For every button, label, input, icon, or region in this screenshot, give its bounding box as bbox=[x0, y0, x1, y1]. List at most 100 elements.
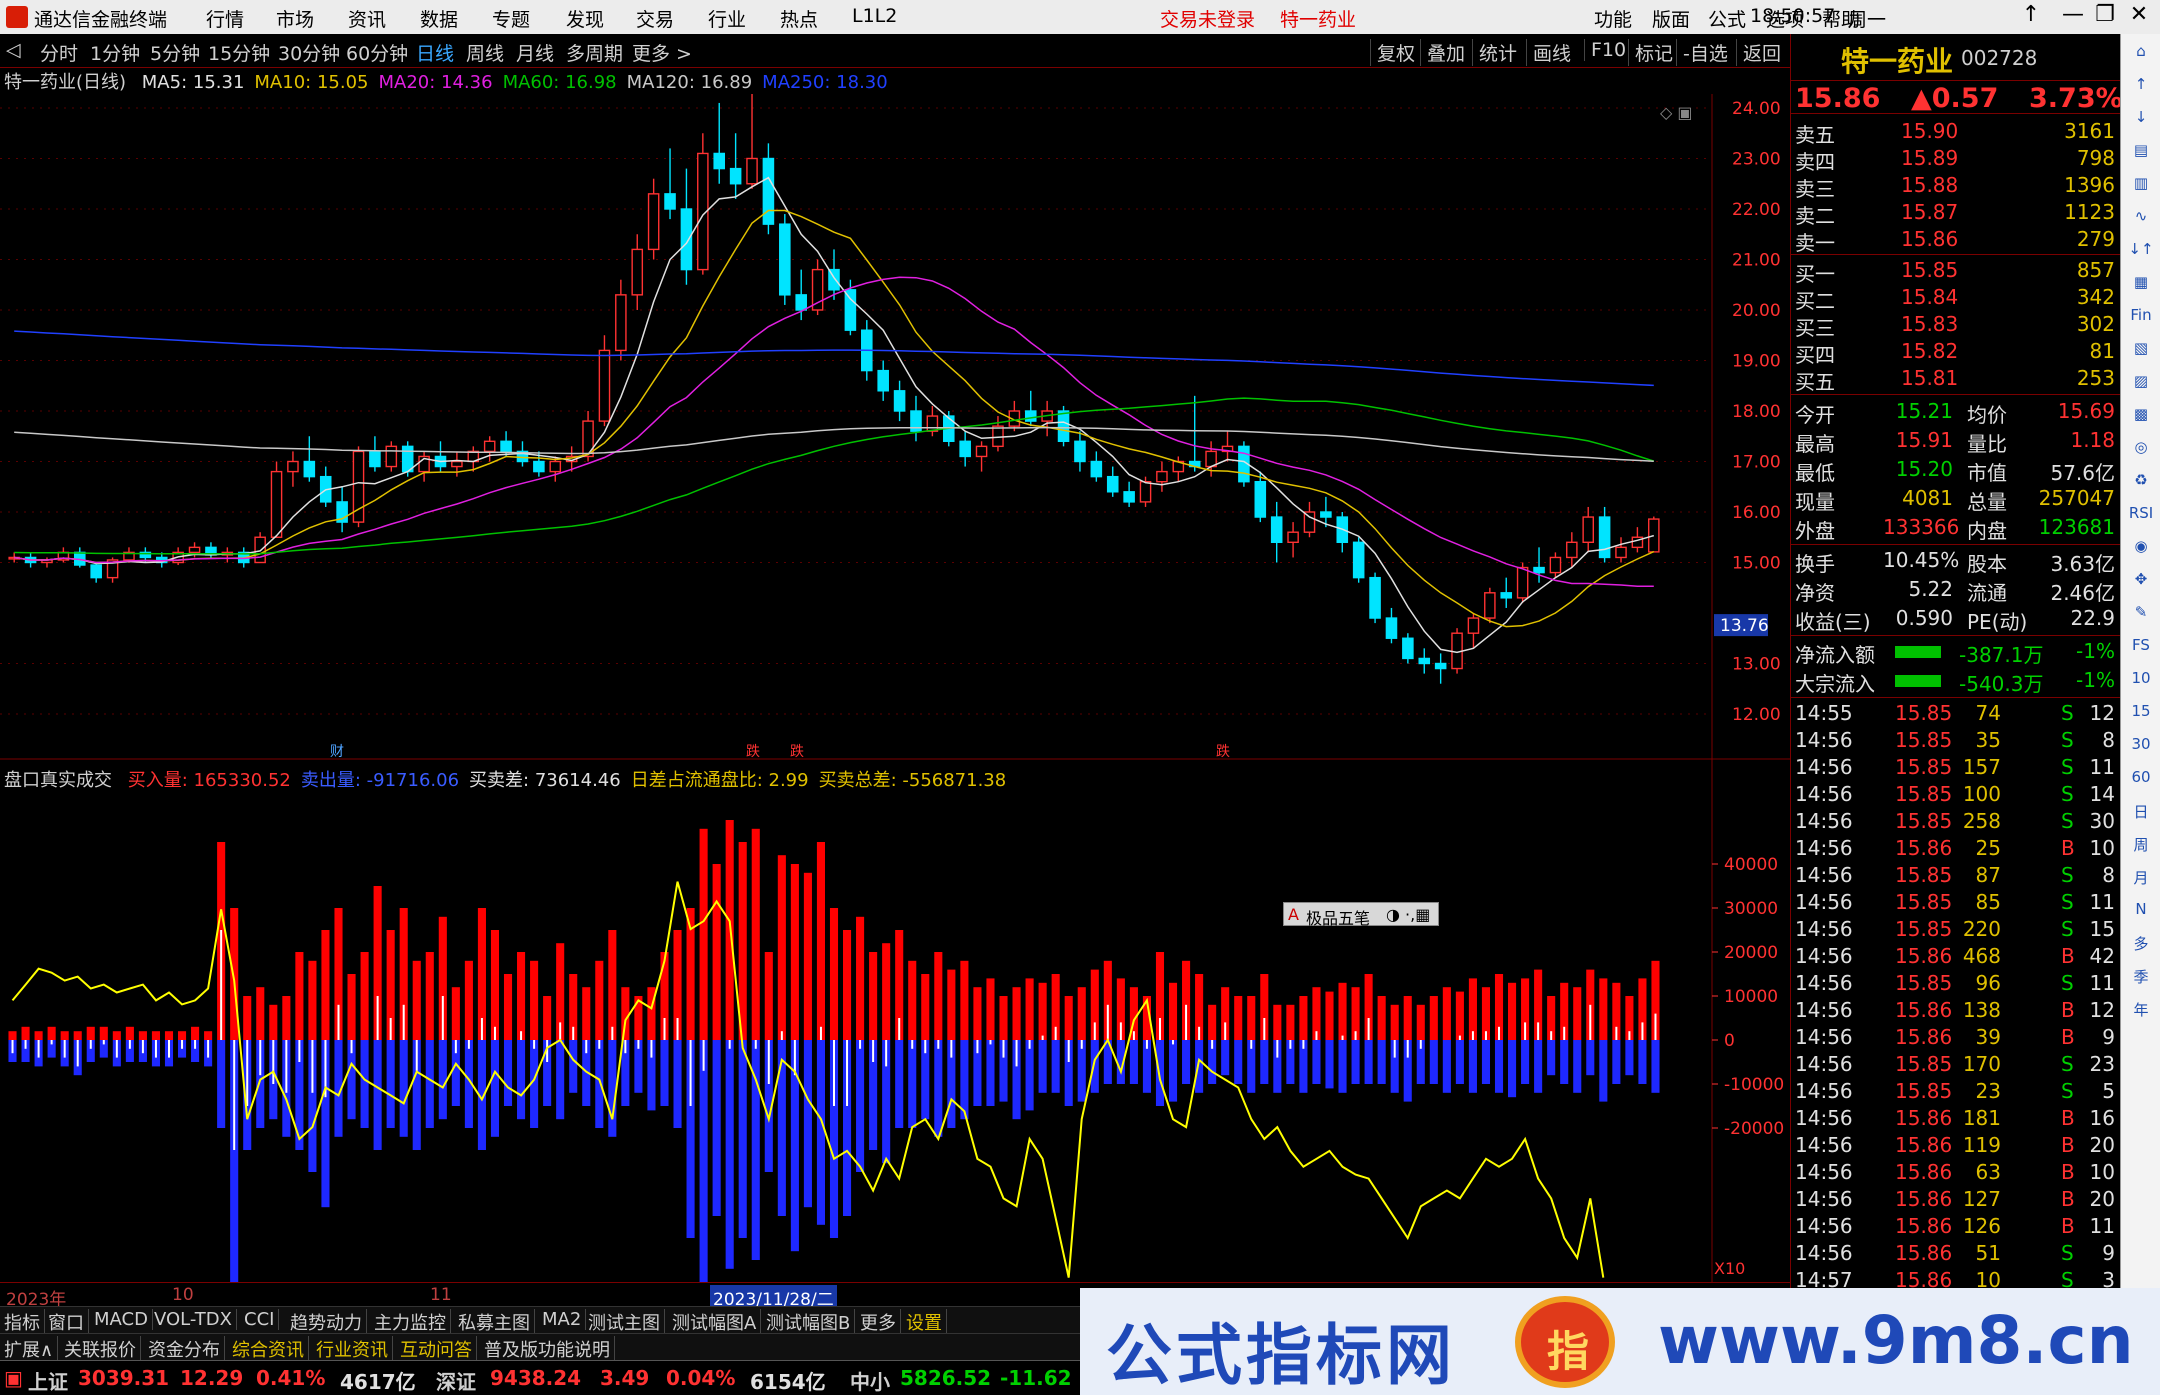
toolbar-icon[interactable]: ✎ bbox=[2125, 603, 2157, 629]
indicator-tab[interactable]: 更多 bbox=[856, 1309, 901, 1335]
quote-stock-name[interactable]: 特一药业 bbox=[1841, 40, 1953, 80]
toolbar-icon[interactable]: 周 bbox=[2125, 834, 2157, 860]
indicator-tab[interactable]: 趋势动力 bbox=[286, 1309, 367, 1335]
ask-row[interactable]: 卖五 15.90 3161 bbox=[1791, 118, 2121, 147]
toolbar-icon[interactable]: Fin bbox=[2125, 306, 2157, 332]
menu-item[interactable]: 公式 bbox=[1708, 5, 1746, 32]
indicator-tab[interactable]: 主力监控 bbox=[370, 1309, 451, 1335]
candlestick-chart[interactable]: 24.00 23.00 22.00 21.00 20.00 19.00 18.00 17.00… bbox=[0, 94, 1790, 760]
extension-tab[interactable]: 行业资讯 bbox=[312, 1336, 393, 1362]
event-marker[interactable]: 跌 bbox=[746, 744, 760, 760]
period-tab[interactable]: 月线 bbox=[516, 39, 554, 66]
menu-item[interactable]: 市场 bbox=[276, 5, 314, 32]
period-tab[interactable]: 日线 bbox=[416, 39, 454, 66]
toolbar-icon[interactable]: 月 bbox=[2125, 867, 2157, 893]
menu-item[interactable]: 行情 bbox=[206, 5, 244, 32]
toolbar-icon[interactable]: 10 bbox=[2125, 669, 2157, 695]
period-tab[interactable]: 周线 bbox=[466, 39, 504, 66]
toolbar-icon[interactable]: N bbox=[2125, 900, 2157, 926]
period-tab[interactable]: 5分钟 bbox=[150, 39, 200, 66]
menu-item[interactable]: 专题 bbox=[492, 5, 530, 32]
chart-tool-button[interactable]: 返回 bbox=[1736, 39, 1781, 66]
ask-row[interactable]: 卖二 15.87 1123 bbox=[1791, 199, 2121, 228]
bid-row[interactable]: 买一 15.85 857 bbox=[1791, 257, 2121, 286]
toolbar-icon[interactable]: 30 bbox=[2125, 735, 2157, 761]
extension-tab[interactable]: 综合资讯 bbox=[228, 1336, 309, 1362]
toolbar-icon[interactable]: ↓ bbox=[2125, 108, 2157, 134]
toolbar-icon[interactable]: ▧ bbox=[2125, 339, 2157, 365]
toolbar-icon[interactable]: FS bbox=[2125, 636, 2157, 662]
chart-tool-button[interactable]: -自选 bbox=[1676, 39, 1728, 66]
toolbar-icon[interactable]: ▨ bbox=[2125, 372, 2157, 398]
close-button[interactable]: ✕ bbox=[2124, 2, 2154, 27]
chart-tool-button[interactable]: 标记 bbox=[1628, 39, 1673, 66]
pin-button[interactable]: ↑ bbox=[2016, 2, 2046, 27]
menu-item[interactable]: 交易 bbox=[636, 5, 674, 32]
extension-tab[interactable]: 普及版功能说明 bbox=[480, 1336, 615, 1362]
menu-item[interactable]: 数据 bbox=[420, 5, 458, 32]
menu-item[interactable]: L1L2 bbox=[852, 5, 897, 27]
menu-item[interactable]: 功能 bbox=[1594, 5, 1632, 32]
menu-item[interactable]: 行业 bbox=[708, 5, 746, 32]
menu-item[interactable]: 热点 bbox=[780, 5, 818, 32]
period-tab[interactable]: 多周期 bbox=[566, 39, 623, 66]
indicator-tab[interactable]: 指标 bbox=[0, 1309, 45, 1335]
extension-tab[interactable]: 互动问答 bbox=[396, 1336, 477, 1362]
toolbar-icon[interactable]: ▤ bbox=[2125, 141, 2157, 167]
indicator-tab[interactable]: MACD bbox=[90, 1309, 153, 1330]
indicator-tab[interactable]: VOL-TDX bbox=[150, 1309, 237, 1330]
toolbar-icon[interactable]: ♻ bbox=[2125, 471, 2157, 497]
toolbar-icon[interactable]: ▥ bbox=[2125, 174, 2157, 200]
event-marker[interactable]: 财 bbox=[330, 744, 344, 760]
ime-toolbar[interactable]: A 极品五笔 ◑ ·,▦ bbox=[1283, 902, 1439, 928]
bid-row[interactable]: 买四 15.82 81 bbox=[1791, 338, 2121, 367]
period-tab[interactable]: 1分钟 bbox=[90, 39, 140, 66]
toolbar-icon[interactable]: ∿ bbox=[2125, 207, 2157, 233]
chart-tool-button[interactable]: 画线 bbox=[1526, 39, 1571, 66]
menu-item[interactable]: 资讯 bbox=[348, 5, 386, 32]
period-tab[interactable]: 分时 bbox=[40, 39, 78, 66]
indicator-tab[interactable]: CCI bbox=[240, 1309, 280, 1330]
toolbar-icon[interactable]: ◎ bbox=[2125, 438, 2157, 464]
chart-options-icon[interactable]: ◇ ▣ bbox=[1660, 103, 1693, 122]
volume-indicator-chart[interactable]: 40000 30000 20000 10000 0 -10000 -20000 X10 bbox=[0, 760, 1790, 1282]
indicator-tab[interactable]: 私募主图 bbox=[454, 1309, 535, 1335]
indicator-tab[interactable]: 设置 bbox=[902, 1309, 947, 1335]
extension-tab[interactable]: 关联报价 bbox=[60, 1336, 141, 1362]
minimize-button[interactable]: — bbox=[2058, 2, 2088, 27]
toolbar-icon[interactable]: ✥ bbox=[2125, 570, 2157, 596]
ask-row[interactable]: 卖四 15.89 798 bbox=[1791, 145, 2121, 174]
period-tab[interactable]: 15分钟 bbox=[208, 39, 270, 66]
chart-tool-button[interactable]: 复权 bbox=[1370, 39, 1415, 66]
toolbar-icon[interactable]: 多 bbox=[2125, 933, 2157, 959]
bid-row[interactable]: 买五 15.81 253 bbox=[1791, 365, 2121, 394]
period-tab[interactable]: 30分钟 bbox=[278, 39, 340, 66]
toolbar-icon[interactable]: ▩ bbox=[2125, 405, 2157, 431]
indicator-tab[interactable]: 测试幅图A bbox=[668, 1309, 762, 1335]
period-tab[interactable]: 60分钟 bbox=[346, 39, 408, 66]
toolbar-icon[interactable]: 年 bbox=[2125, 999, 2157, 1025]
ask-row[interactable]: 卖三 15.88 1396 bbox=[1791, 172, 2121, 201]
toolbar-icon[interactable]: ▦ bbox=[2125, 273, 2157, 299]
zx-name[interactable]: 中小 bbox=[850, 1366, 890, 1395]
indicator-tab[interactable]: 测试主图 bbox=[584, 1309, 665, 1335]
toolbar-icon[interactable]: 日 bbox=[2125, 801, 2157, 827]
toolbar-icon[interactable]: ↑ bbox=[2125, 75, 2157, 101]
toolbar-icon[interactable]: RSI bbox=[2125, 504, 2157, 530]
toolbar-icon[interactable]: 15 bbox=[2125, 702, 2157, 728]
event-marker[interactable]: 跌 bbox=[790, 744, 804, 760]
toolbar-icon[interactable]: ↓↑ bbox=[2125, 240, 2157, 266]
event-marker[interactable]: 跌 bbox=[1216, 744, 1230, 760]
bid-row[interactable]: 买二 15.84 342 bbox=[1791, 284, 2121, 313]
toolbar-icon[interactable]: ⌂ bbox=[2125, 42, 2157, 68]
chart-tool-button[interactable]: 叠加 bbox=[1420, 39, 1465, 66]
sz-name[interactable]: 深证 bbox=[436, 1366, 476, 1395]
bid-row[interactable]: 买三 15.83 302 bbox=[1791, 311, 2121, 340]
sh-name[interactable]: 上证 bbox=[28, 1366, 68, 1395]
extension-tab[interactable]: 扩展∧ bbox=[0, 1336, 59, 1362]
chart-tool-button[interactable]: F10 bbox=[1584, 39, 1626, 61]
collapse-icon[interactable]: ◁ bbox=[6, 39, 21, 61]
stock-alert[interactable]: 特一药业 bbox=[1280, 5, 1356, 32]
indicator-tab[interactable]: 窗口 bbox=[44, 1309, 89, 1335]
login-alert[interactable]: 交易未登录 bbox=[1160, 5, 1255, 32]
